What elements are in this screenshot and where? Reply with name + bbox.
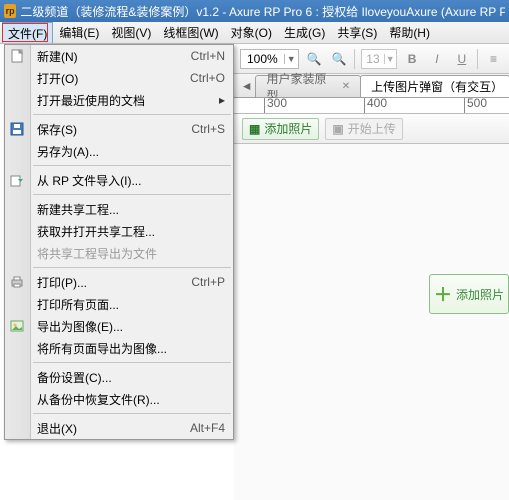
menuitem-restore-backup[interactable]: 从备份中恢复文件(R)... bbox=[5, 388, 233, 410]
menuitem-saveas[interactable]: 另存为(A)... bbox=[5, 140, 233, 162]
menu-share[interactable]: 共享(S) bbox=[331, 22, 383, 43]
menu-generate[interactable]: 生成(G) bbox=[278, 22, 331, 43]
import-icon bbox=[9, 172, 25, 188]
ruler-tick: 300 bbox=[264, 98, 287, 114]
new-file-icon bbox=[9, 48, 25, 64]
upload-icon: ▣ bbox=[332, 122, 343, 136]
menu-help[interactable]: 帮助(H) bbox=[383, 22, 436, 43]
photo-icon: ▦ bbox=[249, 122, 260, 136]
app-icon: rp bbox=[4, 4, 16, 18]
toolbar-separator bbox=[354, 49, 355, 69]
bold-button[interactable]: B bbox=[403, 48, 422, 70]
align-button[interactable]: ≡ bbox=[484, 48, 503, 70]
zoom-in-icon[interactable]: 🔍 bbox=[305, 48, 324, 70]
menuitem-export-all-images[interactable]: 将所有页面导出为图像... bbox=[5, 337, 233, 359]
menu-edit[interactable]: 编辑(E) bbox=[53, 22, 105, 43]
document-tabs: ◄ 用户家装原型 ✕ 上传图片弹窗（有交互） bbox=[234, 74, 509, 98]
underline-button[interactable]: U bbox=[452, 48, 471, 70]
menuitem-save[interactable]: 保存(S)Ctrl+S bbox=[5, 118, 233, 140]
menuitem-exit[interactable]: 退出(X)Alt+F4 bbox=[5, 417, 233, 439]
menu-separator bbox=[33, 413, 231, 414]
menu-separator bbox=[33, 362, 231, 363]
button-label: 添加照片 bbox=[264, 120, 312, 137]
window-title: 二级频道（装修流程&装修案例）v1.2 - Axure RP Pro 6 : 授… bbox=[20, 3, 505, 20]
tab-user-prototype[interactable]: 用户家装原型 ✕ bbox=[255, 75, 361, 97]
menuitem-export-image[interactable]: 导出为图像(E)... bbox=[5, 315, 233, 337]
toolbar-separator bbox=[477, 49, 478, 69]
tab-label: 上传图片弹窗（有交互） bbox=[371, 78, 499, 95]
tab-prev-button[interactable]: ◄ bbox=[238, 75, 255, 97]
menu-file[interactable]: 文件(F) bbox=[2, 22, 53, 43]
menuitem-new-shared[interactable]: 新建共享工程... bbox=[5, 198, 233, 220]
chevron-down-icon: ▼ bbox=[284, 54, 298, 64]
window-titlebar: rp 二级频道（装修流程&装修案例）v1.2 - Axure RP Pro 6 … bbox=[0, 0, 509, 22]
menuitem-import-rp[interactable]: 从 RP 文件导入(I)... bbox=[5, 169, 233, 191]
menuitem-print[interactable]: 打印(P)...Ctrl+P bbox=[5, 271, 233, 293]
fontsize-value: 13 bbox=[362, 52, 383, 66]
menuitem-export-shared: 将共享工程导出为文件 bbox=[5, 242, 233, 264]
close-icon[interactable]: ✕ bbox=[342, 81, 350, 92]
start-upload-button: ▣ 开始上传 bbox=[325, 118, 402, 140]
ruler-tick: 500 bbox=[464, 98, 487, 114]
add-photo-large-button[interactable]: ＋ 添加照片 bbox=[429, 274, 509, 314]
button-label: 添加照片 bbox=[456, 286, 504, 303]
submenu-arrow-icon: ▸ bbox=[219, 93, 225, 107]
menuitem-recent[interactable]: 打开最近使用的文档▸ bbox=[5, 89, 233, 111]
export-image-icon bbox=[9, 318, 25, 334]
save-icon bbox=[9, 121, 25, 137]
horizontal-ruler: 300 400 500 bbox=[234, 98, 509, 114]
button-label: 开始上传 bbox=[348, 120, 396, 137]
zoom-out-icon[interactable]: 🔍 bbox=[330, 48, 349, 70]
tab-upload-dialog[interactable]: 上传图片弹窗（有交互） bbox=[360, 75, 509, 97]
canvas-toolbar: ▦ 添加照片 ▣ 开始上传 bbox=[234, 114, 509, 144]
zoom-value: 100% bbox=[241, 52, 284, 66]
menu-wireframe[interactable]: 线框图(W) bbox=[157, 22, 224, 43]
fontsize-selector[interactable]: 13 ▼ bbox=[361, 49, 396, 69]
add-photo-button[interactable]: ▦ 添加照片 bbox=[242, 118, 319, 140]
menu-separator bbox=[33, 114, 231, 115]
design-canvas[interactable]: ＋ 添加照片 bbox=[234, 144, 509, 500]
ruler-tick: 400 bbox=[364, 98, 387, 114]
menu-object[interactable]: 对象(O) bbox=[225, 22, 278, 43]
print-icon bbox=[9, 274, 25, 290]
chevron-down-icon: ▼ bbox=[384, 54, 396, 64]
menuitem-open[interactable]: 打开(O)Ctrl+O bbox=[5, 67, 233, 89]
file-dropdown-menu: 新建(N)Ctrl+N 打开(O)Ctrl+O 打开最近使用的文档▸ 保存(S)… bbox=[4, 44, 234, 440]
menu-view[interactable]: 视图(V) bbox=[105, 22, 157, 43]
menuitem-backup-settings[interactable]: 备份设置(C)... bbox=[5, 366, 233, 388]
menu-separator bbox=[33, 267, 231, 268]
zoom-selector[interactable]: 100% ▼ bbox=[240, 49, 299, 69]
main-menubar: 文件(F) 编辑(E) 视图(V) 线框图(W) 对象(O) 生成(G) 共享(… bbox=[0, 22, 509, 44]
menu-separator bbox=[33, 165, 231, 166]
menuitem-get-shared[interactable]: 获取并打开共享工程... bbox=[5, 220, 233, 242]
menuitem-new[interactable]: 新建(N)Ctrl+N bbox=[5, 45, 233, 67]
menu-separator bbox=[33, 194, 231, 195]
workspace: 100% ▼ 🔍 🔍 13 ▼ B I U ≡ ◄ 用户家装原型 ✕ 上传图片弹… bbox=[234, 44, 509, 500]
menuitem-print-all[interactable]: 打印所有页面... bbox=[5, 293, 233, 315]
plus-icon: ＋ bbox=[434, 281, 452, 307]
italic-button[interactable]: I bbox=[428, 48, 447, 70]
